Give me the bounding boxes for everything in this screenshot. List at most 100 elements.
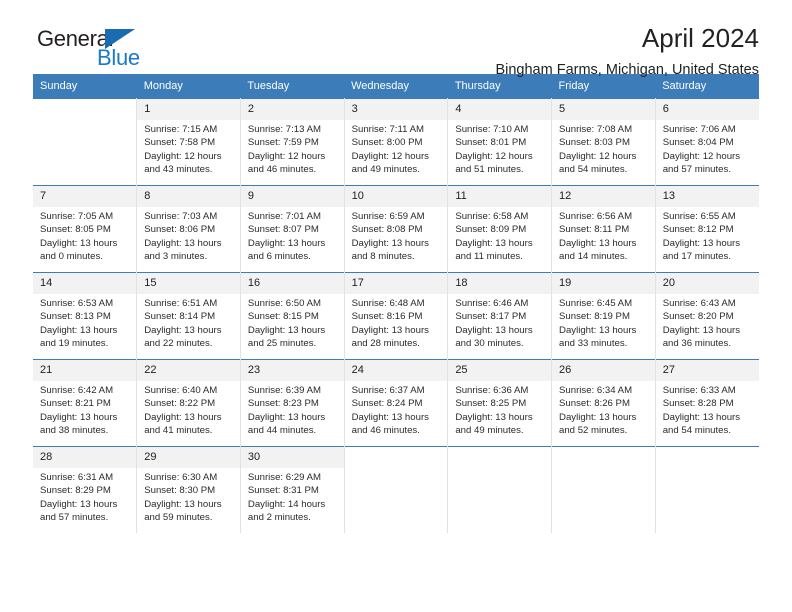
day-cell-12[interactable]: 12 Sunrise: 6:56 AM Sunset: 8:11 PM Dayligh… [551, 185, 656, 273]
day-details: Sunrise: 6:39 AM Sunset: 8:23 PM Daylight:… [241, 381, 344, 438]
calendar-week-row: 1 Sunrise: 7:15 AM Sunset: 7:58 PM Daylight… [33, 98, 759, 186]
day-cell-23[interactable]: 23 Sunrise: 6:39 AM Sunset: 8:23 PM Dayligh… [240, 359, 345, 447]
calendar-body: 1 Sunrise: 7:15 AM Sunset: 7:58 PM Daylight… [33, 98, 759, 533]
day-cell-5[interactable]: 5 Sunrise: 7:08 AM Sunset: 8:03 PM Daylight… [551, 98, 656, 186]
day-detail-line: Sunset: 8:22 PM [144, 398, 216, 410]
day-detail-line: Daylight: 13 hours [144, 411, 222, 423]
calendar-week-row: 7 Sunrise: 7:05 AM Sunset: 8:05 PM Daylight… [33, 185, 759, 273]
day-detail-line: Daylight: 13 hours [662, 411, 741, 423]
day-detail-line: and 57 minutes. [662, 164, 731, 176]
day-details [448, 468, 551, 471]
day-detail-line: Sunrise: 6:34 AM [559, 385, 633, 396]
day-number: 8 [137, 186, 240, 207]
day-detail-line: and 22 minutes. [144, 338, 213, 350]
general-blue-logo[interactable]: General Blue [37, 26, 237, 78]
day-detail-line: and 49 minutes. [351, 164, 420, 176]
day-cell-18[interactable]: 18 Sunrise: 6:46 AM Sunset: 8:17 PM Dayligh… [447, 272, 553, 360]
day-detail-line: and 8 minutes. [351, 251, 415, 263]
day-detail-line: Daylight: 13 hours [144, 324, 222, 336]
day-number: 27 [655, 360, 759, 381]
day-details: Sunrise: 7:11 AM Sunset: 8:00 PM Daylight:… [345, 120, 448, 177]
day-number: 7 [33, 186, 137, 207]
day-number: 15 [137, 273, 240, 294]
day-detail-line: Sunrise: 7:15 AM [144, 124, 218, 135]
day-detail-line: Sunrise: 6:56 AM [559, 211, 633, 222]
calendar-week-row: 14 Sunrise: 6:53 AM Sunset: 8:13 PM Dayligh… [33, 272, 759, 360]
day-cell-22[interactable]: 22 Sunrise: 6:40 AM Sunset: 8:22 PM Dayligh… [136, 359, 241, 447]
day-cell-empty [655, 446, 759, 533]
day-cell-8[interactable]: 8 Sunrise: 7:03 AM Sunset: 8:06 PM Daylight… [136, 185, 241, 273]
day-cell-empty [447, 446, 553, 533]
day-detail-line: and 44 minutes. [247, 425, 317, 437]
day-details: Sunrise: 6:53 AM Sunset: 8:13 PM Daylight:… [33, 294, 136, 351]
day-detail-line: Daylight: 13 hours [455, 411, 533, 423]
day-details: Sunrise: 7:05 AM Sunset: 8:05 PM Daylight:… [33, 207, 136, 264]
day-detail-line: and 49 minutes. [455, 425, 524, 437]
day-detail-line: Sunset: 8:25 PM [455, 398, 527, 410]
day-number: 4 [448, 99, 552, 120]
day-cell-2[interactable]: 2 Sunrise: 7:13 AM Sunset: 7:59 PM Daylight… [240, 98, 345, 186]
day-detail-line: and 43 minutes. [144, 164, 213, 176]
day-detail-line: Sunrise: 6:48 AM [351, 298, 425, 309]
day-detail-line: Daylight: 13 hours [455, 237, 533, 249]
day-cell-25[interactable]: 25 Sunrise: 6:36 AM Sunset: 8:25 PM Dayligh… [447, 359, 553, 447]
day-cell-17[interactable]: 17 Sunrise: 6:48 AM Sunset: 8:16 PM Dayligh… [344, 272, 449, 360]
day-detail-line: Daylight: 12 hours [144, 150, 222, 162]
day-cell-4[interactable]: 4 Sunrise: 7:10 AM Sunset: 8:01 PM Daylight… [447, 98, 553, 186]
day-detail-line: Sunrise: 6:46 AM [455, 298, 529, 309]
day-detail-line: Daylight: 13 hours [351, 237, 429, 249]
day-details: Sunrise: 6:58 AM Sunset: 8:09 PM Daylight:… [448, 207, 551, 264]
day-detail-line: Daylight: 13 hours [144, 237, 222, 249]
day-number: 17 [344, 273, 448, 294]
day-cell-7[interactable]: 7 Sunrise: 7:05 AM Sunset: 8:05 PM Daylight… [33, 185, 138, 273]
day-detail-line: Sunrise: 6:51 AM [144, 298, 218, 309]
day-detail-line: and 54 minutes. [662, 425, 731, 437]
day-detail-line: Sunrise: 7:05 AM [40, 211, 114, 222]
day-cell-1[interactable]: 1 Sunrise: 7:15 AM Sunset: 7:58 PM Daylight… [136, 98, 241, 186]
day-cell-16[interactable]: 16 Sunrise: 6:50 AM Sunset: 8:15 PM Dayligh… [240, 272, 345, 360]
day-detail-line: Sunset: 8:30 PM [144, 485, 216, 497]
day-detail-line: Sunrise: 7:11 AM [351, 124, 424, 135]
day-cell-6[interactable]: 6 Sunrise: 7:06 AM Sunset: 8:04 PM Daylight… [655, 98, 759, 186]
calendar-week-row: 28 Sunrise: 6:31 AM Sunset: 8:29 PM Dayligh… [33, 446, 759, 533]
day-cell-21[interactable]: 21 Sunrise: 6:42 AM Sunset: 8:21 PM Dayligh… [33, 359, 138, 447]
day-cell-empty [551, 446, 656, 533]
day-cell-15[interactable]: 15 Sunrise: 6:51 AM Sunset: 8:14 PM Dayligh… [136, 272, 241, 360]
day-cell-29[interactable]: 29 Sunrise: 6:30 AM Sunset: 8:30 PM Dayligh… [136, 446, 241, 533]
day-detail-line: Daylight: 13 hours [40, 237, 118, 249]
day-detail-line: Sunset: 8:07 PM [247, 224, 319, 236]
day-detail-line: Sunrise: 7:06 AM [662, 124, 736, 135]
day-detail-line: Sunrise: 6:33 AM [662, 385, 736, 396]
day-cell-9[interactable]: 9 Sunrise: 7:01 AM Sunset: 8:07 PM Daylight… [240, 185, 345, 273]
day-cell-14[interactable]: 14 Sunrise: 6:53 AM Sunset: 8:13 PM Dayligh… [33, 272, 138, 360]
day-cell-27[interactable]: 27 Sunrise: 6:33 AM Sunset: 8:28 PM Dayligh… [655, 359, 759, 447]
day-cell-30[interactable]: 30 Sunrise: 6:29 AM Sunset: 8:31 PM Dayligh… [240, 446, 345, 533]
day-detail-line: Sunrise: 6:45 AM [559, 298, 633, 309]
day-cell-26[interactable]: 26 Sunrise: 6:34 AM Sunset: 8:26 PM Dayligh… [551, 359, 656, 447]
day-cell-24[interactable]: 24 Sunrise: 6:37 AM Sunset: 8:24 PM Dayligh… [344, 359, 449, 447]
day-detail-line: Daylight: 13 hours [40, 498, 118, 510]
day-detail-line: Sunset: 8:06 PM [144, 224, 216, 236]
day-cell-11[interactable]: 11 Sunrise: 6:58 AM Sunset: 8:09 PM Dayligh… [447, 185, 553, 273]
day-details: Sunrise: 6:46 AM Sunset: 8:17 PM Daylight:… [448, 294, 551, 351]
day-detail-line: and 11 minutes. [455, 251, 523, 263]
day-detail-line: and 19 minutes. [40, 338, 109, 350]
day-cell-3[interactable]: 3 Sunrise: 7:11 AM Sunset: 8:00 PM Daylight… [344, 98, 449, 186]
day-detail-line: Daylight: 12 hours [247, 150, 326, 162]
day-number: 1 [137, 99, 240, 120]
day-detail-line: Sunset: 8:31 PM [247, 485, 319, 497]
day-number: 13 [655, 186, 759, 207]
day-detail-line: and 17 minutes. [662, 251, 731, 263]
day-cell-28[interactable]: 28 Sunrise: 6:31 AM Sunset: 8:29 PM Dayligh… [33, 446, 138, 533]
day-cell-19[interactable]: 19 Sunrise: 6:45 AM Sunset: 8:19 PM Dayligh… [551, 272, 656, 360]
day-detail-line: Daylight: 13 hours [559, 237, 637, 249]
day-detail-line: Daylight: 13 hours [40, 324, 118, 336]
day-cell-13[interactable]: 13 Sunrise: 6:55 AM Sunset: 8:12 PM Dayligh… [655, 185, 759, 273]
day-details: Sunrise: 6:50 AM Sunset: 8:15 PM Daylight:… [241, 294, 344, 351]
day-detail-line: Sunset: 8:14 PM [144, 311, 216, 323]
day-cell-10[interactable]: 10 Sunrise: 6:59 AM Sunset: 8:08 PM Dayligh… [344, 185, 449, 273]
day-detail-line: and 54 minutes. [559, 164, 628, 176]
day-cell-20[interactable]: 20 Sunrise: 6:43 AM Sunset: 8:20 PM Dayligh… [655, 272, 759, 360]
day-detail-line: Sunset: 8:13 PM [40, 311, 111, 323]
day-details: Sunrise: 7:08 AM Sunset: 8:03 PM Daylight:… [552, 120, 655, 177]
